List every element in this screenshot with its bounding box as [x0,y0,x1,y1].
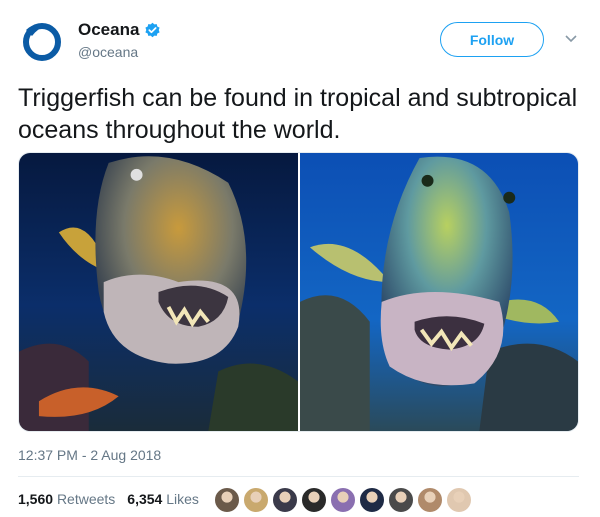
likes-count: 6,354 [127,491,163,507]
liker-avatar[interactable] [214,487,240,513]
liker-avatar[interactable] [388,487,414,513]
media-grid [18,152,579,432]
liker-avatar[interactable] [272,487,298,513]
tweet-timestamp[interactable]: 12:37 PM - 2 Aug 2018 [18,447,161,463]
user-handle[interactable]: @oceana [78,44,138,60]
triggerfish-photo-right[interactable] [300,153,578,431]
tweet-text: Triggerfish can be found in tropical and… [18,84,578,144]
triggerfish-photo-left[interactable] [19,153,298,431]
retweets-stat[interactable]: 1,560 Retweets [18,491,115,507]
chevron-down-icon[interactable] [564,34,578,44]
liker-avatar[interactable] [243,487,269,513]
follow-button[interactable]: Follow [440,22,544,57]
likes-label: Likes [166,491,199,507]
liker-avatar[interactable] [330,487,356,513]
divider [18,476,579,477]
name-row: Oceana [78,20,161,40]
liker-avatar[interactable] [359,487,385,513]
verified-badge-icon [145,22,161,37]
liker-avatar[interactable] [417,487,443,513]
tweet-card: Oceana @oceana Follow Triggerfish can be… [0,0,600,517]
retweets-count: 1,560 [18,491,54,507]
display-name[interactable]: Oceana [78,20,139,40]
liker-avatar[interactable] [446,487,472,513]
likes-stat[interactable]: 6,354 Likes [127,491,199,507]
retweets-label: Retweets [56,491,116,507]
oceana-logo-icon[interactable] [18,18,66,66]
liker-avatars [214,487,475,513]
liker-avatar[interactable] [301,487,327,513]
tweet-stats: 1,560 Retweets 6,354 Likes [18,491,211,507]
